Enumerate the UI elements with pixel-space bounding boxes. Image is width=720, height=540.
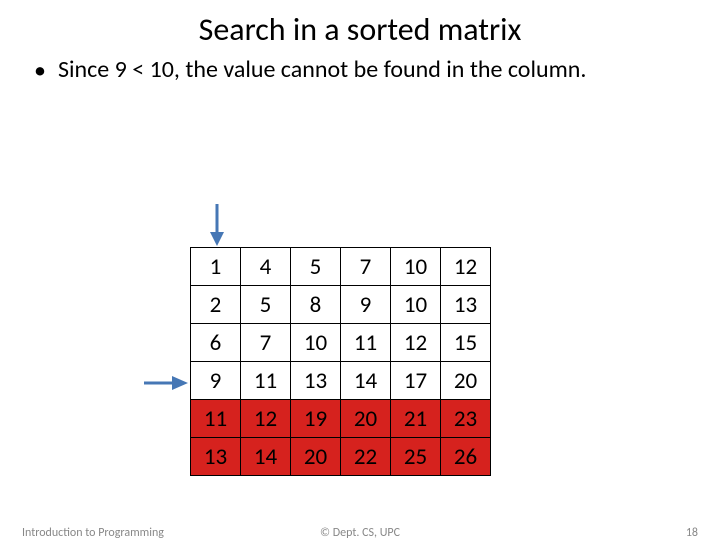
matrix-cell: 11: [191, 400, 241, 438]
matrix-cell: 12: [241, 400, 291, 438]
matrix-table-wrap: 1457101225891013671011121591113141720111…: [190, 247, 491, 476]
matrix-cell: 7: [341, 248, 391, 286]
table-row: 131420222526: [191, 438, 491, 476]
matrix-cell: 20: [341, 400, 391, 438]
matrix-cell: 5: [241, 286, 291, 324]
matrix-cell: 23: [441, 400, 491, 438]
row-pointer-arrow-icon: [142, 373, 188, 393]
matrix-cell: 2: [191, 286, 241, 324]
matrix-cell: 10: [391, 286, 441, 324]
matrix-cell: 13: [191, 438, 241, 476]
matrix-cell: 6: [191, 324, 241, 362]
matrix-cell: 1: [191, 248, 241, 286]
bullet-line: • Since 9 < 10, the value cannot be foun…: [34, 55, 680, 86]
bullet-dot: •: [34, 55, 46, 86]
matrix-cell: 22: [341, 438, 391, 476]
matrix-cell: 19: [291, 400, 341, 438]
matrix-cell: 15: [441, 324, 491, 362]
matrix-cell: 25: [391, 438, 441, 476]
matrix-cell: 12: [391, 324, 441, 362]
table-row: 6710111215: [191, 324, 491, 362]
matrix-cell: 21: [391, 400, 441, 438]
column-pointer-arrow-icon: [207, 202, 227, 246]
matrix-cell: 14: [241, 438, 291, 476]
matrix-cell: 26: [441, 438, 491, 476]
matrix-cell: 17: [391, 362, 441, 400]
matrix-cell: 20: [291, 438, 341, 476]
matrix-cell: 5: [291, 248, 341, 286]
matrix-cell: 7: [241, 324, 291, 362]
matrix-cell: 13: [291, 362, 341, 400]
matrix-cell: 9: [341, 286, 391, 324]
matrix-cell: 20: [441, 362, 491, 400]
table-row: 111219202123: [191, 400, 491, 438]
footer-page-number: 18: [686, 526, 698, 540]
matrix-cell: 11: [241, 362, 291, 400]
matrix-cell: 4: [241, 248, 291, 286]
table-row: 14571012: [191, 248, 491, 286]
matrix-cell: 10: [291, 324, 341, 362]
table-row: 25891013: [191, 286, 491, 324]
matrix-cell: 10: [391, 248, 441, 286]
matrix-cell: 12: [441, 248, 491, 286]
bullet-text: Since 9 < 10, the value cannot be found …: [58, 55, 586, 85]
matrix-table: 1457101225891013671011121591113141720111…: [190, 247, 491, 476]
footer-center: © Dept. CS, UPC: [0, 526, 720, 540]
matrix-cell: 9: [191, 362, 241, 400]
matrix-cell: 13: [441, 286, 491, 324]
matrix-cell: 11: [341, 324, 391, 362]
matrix-cell: 8: [291, 286, 341, 324]
matrix-cell: 14: [341, 362, 391, 400]
page-title: Search in a sorted matrix: [0, 10, 720, 49]
table-row: 91113141720: [191, 362, 491, 400]
